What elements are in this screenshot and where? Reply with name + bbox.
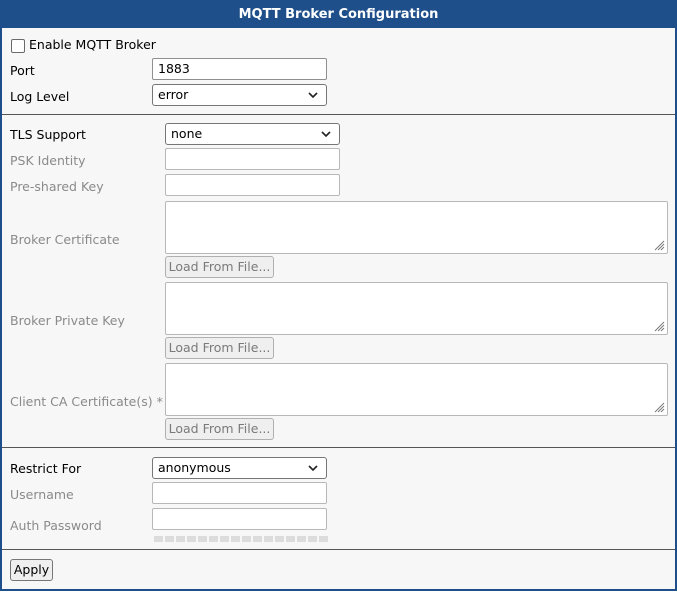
psk-identity-input[interactable] [165,148,340,170]
resize-grip-icon[interactable] [653,401,665,413]
section-divider [2,549,675,550]
pre-shared-key-input[interactable] [165,174,340,196]
auth-password-input[interactable] [152,508,327,530]
chevron-down-icon [308,92,318,99]
client-ca-certificates-label: Client CA Certificate(s) * [10,394,163,409]
chevron-down-icon [308,465,318,472]
broker-certificate-label: Broker Certificate [10,232,120,247]
mqtt-broker-panel: MQTT Broker Configuration Enable MQTT Br… [0,0,677,591]
tls-support-label: TLS Support [10,127,86,142]
username-input[interactable] [152,482,327,504]
enable-mqtt-broker-label: Enable MQTT Broker [29,37,156,52]
panel-title: MQTT Broker Configuration [2,2,675,28]
pre-shared-key-label: Pre-shared Key [10,179,104,194]
broker-private-key-load-button[interactable]: Load From File... [165,337,274,359]
client-ca-certificates-load-button[interactable]: Load From File... [165,418,274,440]
restrict-for-value: anonymous [158,460,231,475]
log-level-value: error [158,87,189,102]
broker-certificate-load-button[interactable]: Load From File... [165,256,274,278]
port-label: Port [10,63,35,78]
broker-private-key-label: Broker Private Key [10,313,125,328]
restrict-for-label: Restrict For [10,461,82,476]
password-strength-meter [154,536,328,542]
chevron-down-icon [321,131,331,138]
section-divider [2,447,675,448]
client-ca-certificates-textarea[interactable] [165,363,668,416]
log-level-select[interactable]: error [152,84,327,106]
psk-identity-label: PSK Identity [10,153,86,168]
log-level-label: Log Level [10,89,70,104]
port-input[interactable]: 1883 [152,58,327,80]
section-divider [2,114,675,115]
enable-mqtt-broker-checkbox[interactable] [11,39,25,53]
auth-password-label: Auth Password [10,518,102,533]
broker-private-key-textarea[interactable] [165,282,668,335]
resize-grip-icon[interactable] [653,320,665,332]
restrict-for-select[interactable]: anonymous [152,457,327,479]
apply-button[interactable]: Apply [10,559,53,581]
tls-support-select[interactable]: none [165,123,340,145]
tls-support-value: none [171,126,203,141]
resize-grip-icon[interactable] [653,239,665,251]
broker-certificate-textarea[interactable] [165,201,668,254]
username-label: Username [10,487,74,502]
